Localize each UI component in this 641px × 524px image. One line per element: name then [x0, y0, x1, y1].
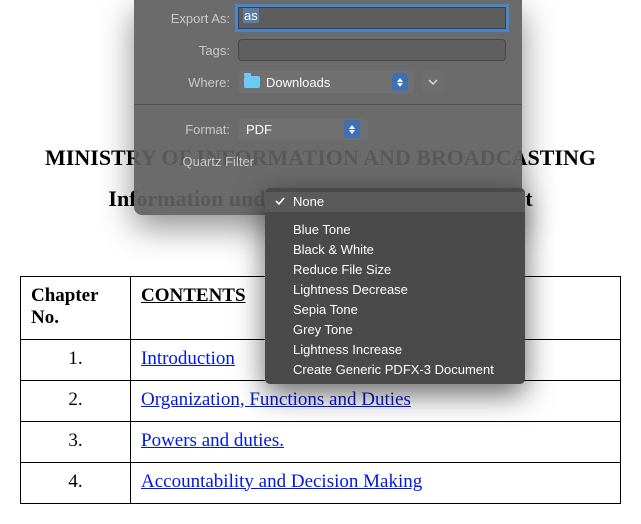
table-row: 3. Powers and duties.	[21, 421, 621, 462]
menu-separator	[265, 212, 525, 220]
chapter-number: 1.	[31, 348, 120, 370]
reveal-button[interactable]	[422, 71, 444, 93]
content-link[interactable]: Organization, Functions and Duties	[141, 389, 411, 410]
divider	[134, 104, 522, 105]
quartz-filter-menu: None Blue Tone Black & White Reduce File…	[265, 188, 525, 384]
format-label: Format:	[134, 122, 238, 137]
quartz-menu-item[interactable]: Reduce File Size	[265, 260, 525, 280]
column-header-chapter: Chapter No.	[21, 276, 131, 339]
where-label: Where:	[134, 75, 238, 90]
chapter-number: 4.	[31, 471, 120, 493]
table-row: 4. Accountability and Decision Making	[21, 462, 621, 503]
format-value: PDF	[246, 122, 272, 137]
format-row: Format: PDF	[134, 115, 522, 143]
quartz-menu-item[interactable]: Grey Tone	[265, 320, 525, 340]
export-as-value: as	[243, 8, 259, 23]
export-as-input[interactable]: as	[238, 7, 506, 29]
quartz-menu-item[interactable]: Black & White	[265, 240, 525, 260]
quartz-menu-item[interactable]: Lightness Decrease	[265, 280, 525, 300]
updown-icon	[344, 120, 360, 138]
table-row: 2. Organization, Functions and Duties	[21, 380, 621, 421]
check-icon	[274, 195, 286, 207]
tags-label: Tags:	[134, 43, 238, 58]
updown-icon	[392, 73, 408, 91]
chapter-number: 2.	[31, 389, 120, 411]
tags-input[interactable]	[238, 39, 506, 61]
chevron-down-icon	[428, 79, 438, 85]
quartz-menu-item[interactable]: Sepia Tone	[265, 300, 525, 320]
tags-row: Tags:	[134, 36, 522, 64]
folder-icon	[244, 76, 260, 88]
where-select[interactable]: Downloads	[238, 71, 414, 93]
quartz-menu-item[interactable]: Create Generic PDFX-3 Document	[265, 360, 525, 380]
content-link[interactable]: Introduction	[141, 348, 235, 369]
export-as-label: Export As:	[134, 11, 238, 26]
quartz-filter-label: Quartz Filter	[134, 154, 262, 169]
where-value: Downloads	[266, 75, 330, 90]
quartz-menu-item[interactable]: Lightness Increase	[265, 340, 525, 360]
chapter-number: 3.	[31, 430, 120, 452]
content-link[interactable]: Accountability and Decision Making	[141, 471, 422, 492]
content-link[interactable]: Powers and duties.	[141, 430, 284, 451]
quartz-filter-row: Quartz Filter	[134, 147, 522, 175]
export-as-row: Export As: as	[134, 4, 522, 32]
export-dialog: Export As: as Tags: Where: Downloads For…	[134, 0, 522, 215]
quartz-menu-item-none[interactable]: None	[265, 192, 525, 212]
format-select[interactable]: PDF	[238, 118, 368, 140]
quartz-menu-item[interactable]: Blue Tone	[265, 220, 525, 240]
where-row: Where: Downloads	[134, 68, 522, 96]
